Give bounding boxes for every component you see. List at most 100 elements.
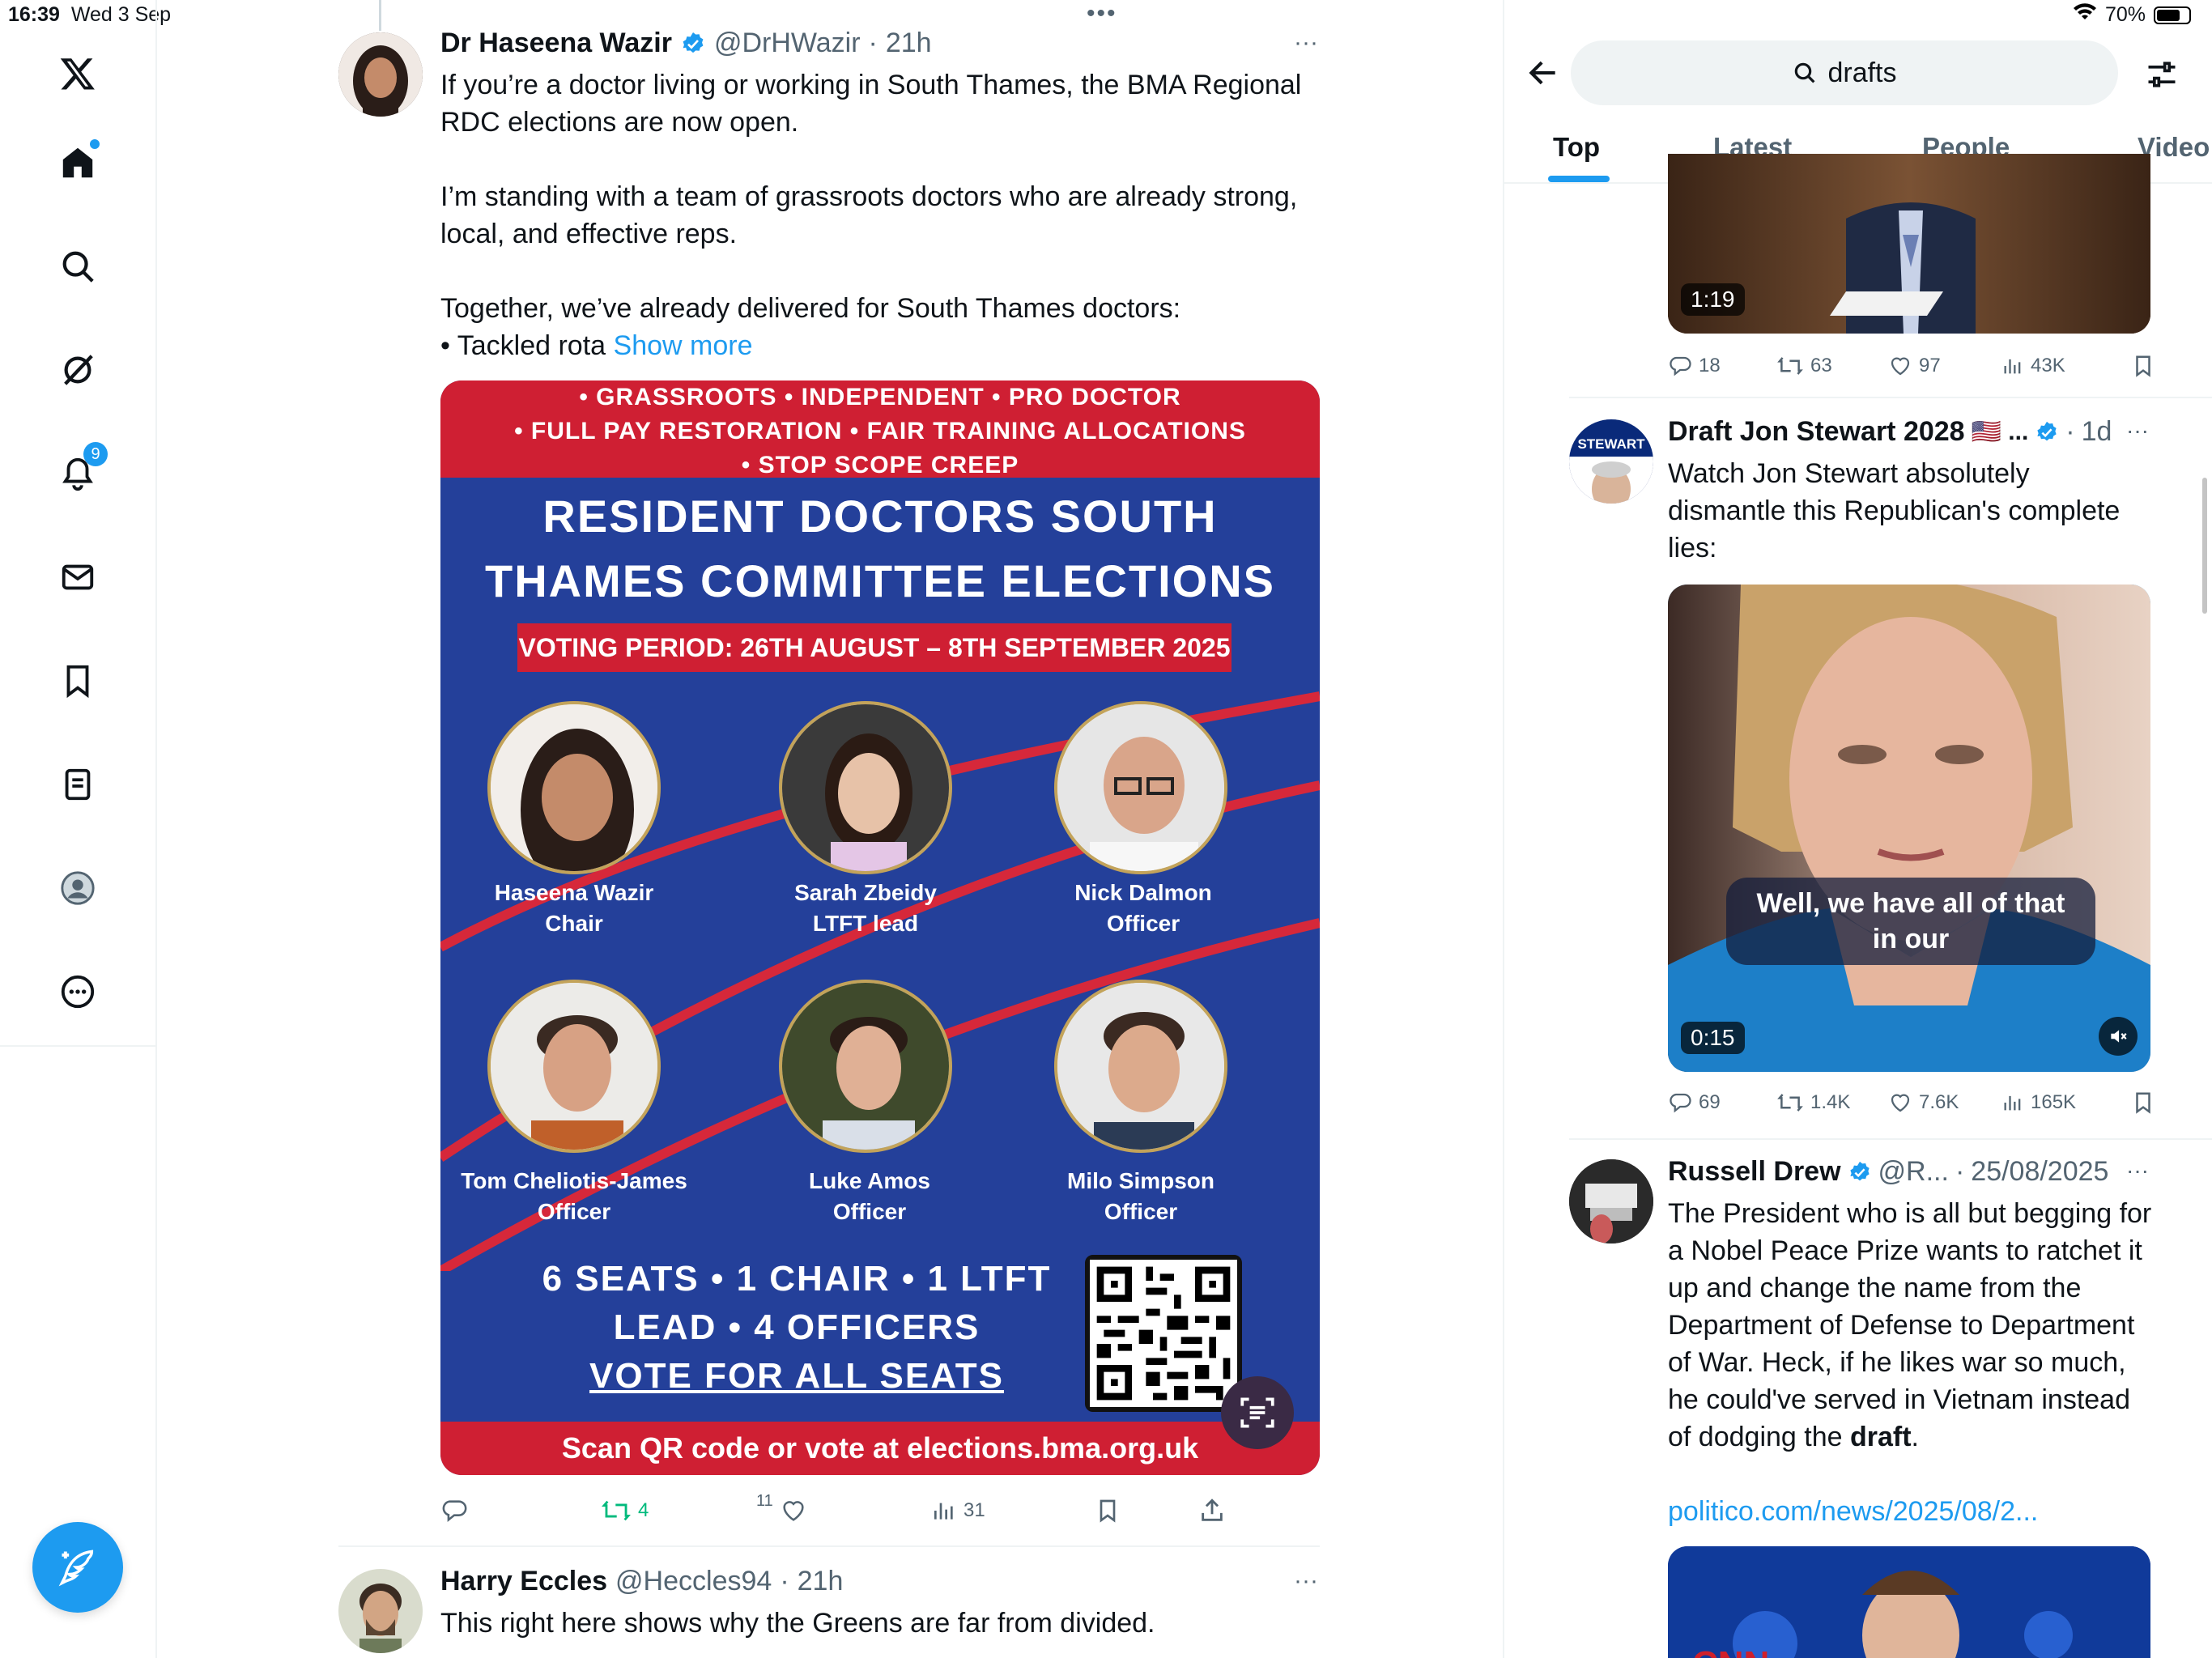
tweet-author-handle[interactable]: @DrHWazir — [714, 28, 861, 59]
tweet2-author-avatar[interactable] — [338, 1569, 423, 1653]
tweet-author-avatar[interactable] — [338, 32, 423, 117]
result2-like-button[interactable]: 7.6K — [1888, 1090, 1959, 1115]
like-button[interactable]: 11 — [756, 1492, 807, 1524]
result3-avatar[interactable] — [1569, 1159, 1653, 1244]
tweet-text-paragraph-2: I’m standing with a team of grassroots d… — [440, 181, 1298, 249]
search-icon[interactable] — [53, 241, 103, 291]
candidate-name-4: Tom Cheliotis-James — [461, 1168, 687, 1193]
notifications-icon[interactable]: 9 — [53, 442, 108, 499]
result3-author-name[interactable]: Russell Drew — [1668, 1156, 1841, 1188]
tweet-actions: 4 11 31 — [440, 1492, 1250, 1528]
result2-retweet-icon — [1777, 1094, 1803, 1112]
result2-reply-button[interactable]: 69 — [1668, 1090, 1721, 1115]
result3-author-handle[interactable]: @R... — [1878, 1156, 1949, 1188]
result3-link[interactable]: politico.com/news/2025/08/2... — [1668, 1493, 2038, 1530]
window-more-dots[interactable]: ••• — [1087, 0, 1117, 28]
share-button[interactable] — [1198, 1497, 1226, 1524]
show-more-link[interactable]: Show more — [614, 330, 753, 361]
result1-like-button[interactable]: 97 — [1888, 354, 1941, 378]
profile-icon[interactable] — [53, 863, 103, 913]
candidate-role-3: Officer — [1106, 911, 1180, 936]
result2-dot-separator: · — [2065, 416, 2075, 447]
scrollbar[interactable] — [2202, 478, 2207, 614]
notifications-badge: 9 — [83, 442, 108, 466]
result3-link-card[interactable]: CNN — [1668, 1546, 2150, 1658]
result1-reply-button[interactable]: 18 — [1668, 354, 1721, 378]
result2-views-icon — [2004, 1095, 2021, 1111]
home-icon[interactable] — [53, 138, 103, 188]
tweet-text-paragraph-1: If you’re a doctor living or working in … — [440, 70, 1302, 138]
compose-button[interactable] — [32, 1522, 123, 1613]
bookmark-button[interactable] — [1095, 1497, 1121, 1524]
candidate-photo-4 — [487, 980, 661, 1153]
messages-icon[interactable] — [53, 552, 103, 602]
result1-reply-icon — [1670, 356, 1691, 376]
candidate-name-5: Luke Amos — [809, 1168, 930, 1193]
tweet-time[interactable]: 21h — [886, 28, 932, 59]
lists-icon[interactable] — [53, 759, 103, 810]
verified-badge-icon — [683, 32, 704, 53]
tweet2-author-name[interactable]: Harry Eccles — [440, 1566, 607, 1597]
reply-icon — [442, 1500, 467, 1522]
result2-bookmark-button[interactable] — [2131, 1090, 2155, 1115]
result2-time[interactable]: 1d — [2082, 416, 2112, 448]
result2-author-name[interactable]: Draft Jon Stewart 2028 — [1668, 416, 1965, 448]
result3-more-icon[interactable]: ··· — [2126, 1158, 2149, 1184]
tweet-divider — [338, 1545, 1320, 1547]
candidate-photo-2 — [779, 701, 952, 874]
result1-video[interactable]: 1:19 — [1668, 154, 2150, 334]
tweet2-more-icon[interactable]: ··· — [1294, 1567, 1318, 1595]
svg-text:STEWART: STEWART — [1577, 436, 1645, 452]
result2-avatar[interactable]: STEWART — [1569, 419, 1653, 504]
retweet-icon — [602, 1500, 631, 1521]
result2-views-count: 165K — [2031, 1091, 2077, 1113]
avatar-photo-2 — [338, 1569, 423, 1653]
tweet-author-name[interactable]: Dr Haseena Wazir — [440, 28, 672, 59]
retweet-button[interactable]: 4 — [601, 1497, 649, 1524]
mute-icon[interactable] — [2099, 1017, 2138, 1056]
tweet2-header: Harry Eccles @Heccles94 · 21h — [440, 1566, 843, 1597]
candidate-role-1: Chair — [545, 911, 603, 936]
result-divider-1 — [1569, 397, 2212, 398]
tweet2-time[interactable]: 21h — [798, 1566, 844, 1597]
poster-seats-line-1: 6 SEATS • 1 CHAIR • 1 LTFT — [542, 1259, 1052, 1299]
tweet-more-icon[interactable]: ··· — [1294, 29, 1318, 57]
candidate-name-3: Nick Dalmon — [1074, 880, 1212, 905]
result1-retweet-count: 63 — [1810, 355, 1832, 376]
tweet-text-bullet: • Tackled rota — [440, 330, 606, 361]
bookmarks-icon[interactable] — [53, 656, 103, 706]
thread-line — [379, 0, 381, 31]
candidate-role-4: Officer — [537, 1199, 611, 1224]
result1-bookmark-button[interactable] — [2131, 354, 2155, 378]
result1-views-button[interactable]: 43K — [2001, 355, 2065, 377]
candidate-photo-1 — [487, 701, 661, 874]
result2-retweet-button[interactable]: 1.4K — [1776, 1090, 1850, 1115]
search-filter-icon[interactable] — [2144, 57, 2180, 96]
result-divider-2 — [1569, 1138, 2212, 1140]
visual-lookup-icon[interactable] — [1221, 1376, 1294, 1449]
views-button[interactable]: 31 — [931, 1498, 985, 1524]
grok-icon[interactable] — [53, 345, 103, 395]
reply-button[interactable] — [440, 1497, 468, 1524]
more-icon[interactable] — [53, 967, 103, 1017]
tab-top[interactable]: Top — [1553, 132, 1600, 163]
back-arrow-icon[interactable] — [1525, 55, 1561, 95]
candidate-photo-6 — [1054, 980, 1227, 1153]
result1-actions: 18 63 97 43K — [1668, 350, 2154, 382]
candidate-name-2: Sarah Zbeidy — [794, 880, 937, 905]
poster-top-banner: • GRASSROOTS • INDEPENDENT • PRO DOCTOR … — [440, 380, 1320, 478]
search-input[interactable]: drafts — [1571, 40, 2118, 105]
poster-seats-line-2: LEAD • 4 OFFICERS — [613, 1307, 981, 1347]
tweet2-author-handle[interactable]: @Heccles94 — [615, 1566, 772, 1597]
tweet-image-poster[interactable]: • GRASSROOTS • INDEPENDENT • PRO DOCTOR … — [440, 380, 1320, 1475]
x-logo-icon[interactable] — [53, 49, 103, 99]
result3-time[interactable]: 25/08/2025 — [1971, 1156, 2108, 1188]
result2-video[interactable]: Well, we have all of that in our 0:15 — [1668, 585, 2150, 1072]
poster-top-line-1: • GRASSROOTS • INDEPENDENT • PRO DOCTOR — [579, 384, 1181, 410]
result1-retweet-button[interactable]: 63 — [1776, 354, 1832, 378]
result2-views-button[interactable]: 165K — [2001, 1091, 2076, 1114]
left-nav-rail: 9 — [0, 0, 157, 1658]
bookmark-icon — [1100, 1499, 1116, 1523]
poster-top-line-3: • STOP SCOPE CREEP — [741, 452, 1019, 478]
result2-more-icon[interactable]: ··· — [2126, 418, 2149, 444]
